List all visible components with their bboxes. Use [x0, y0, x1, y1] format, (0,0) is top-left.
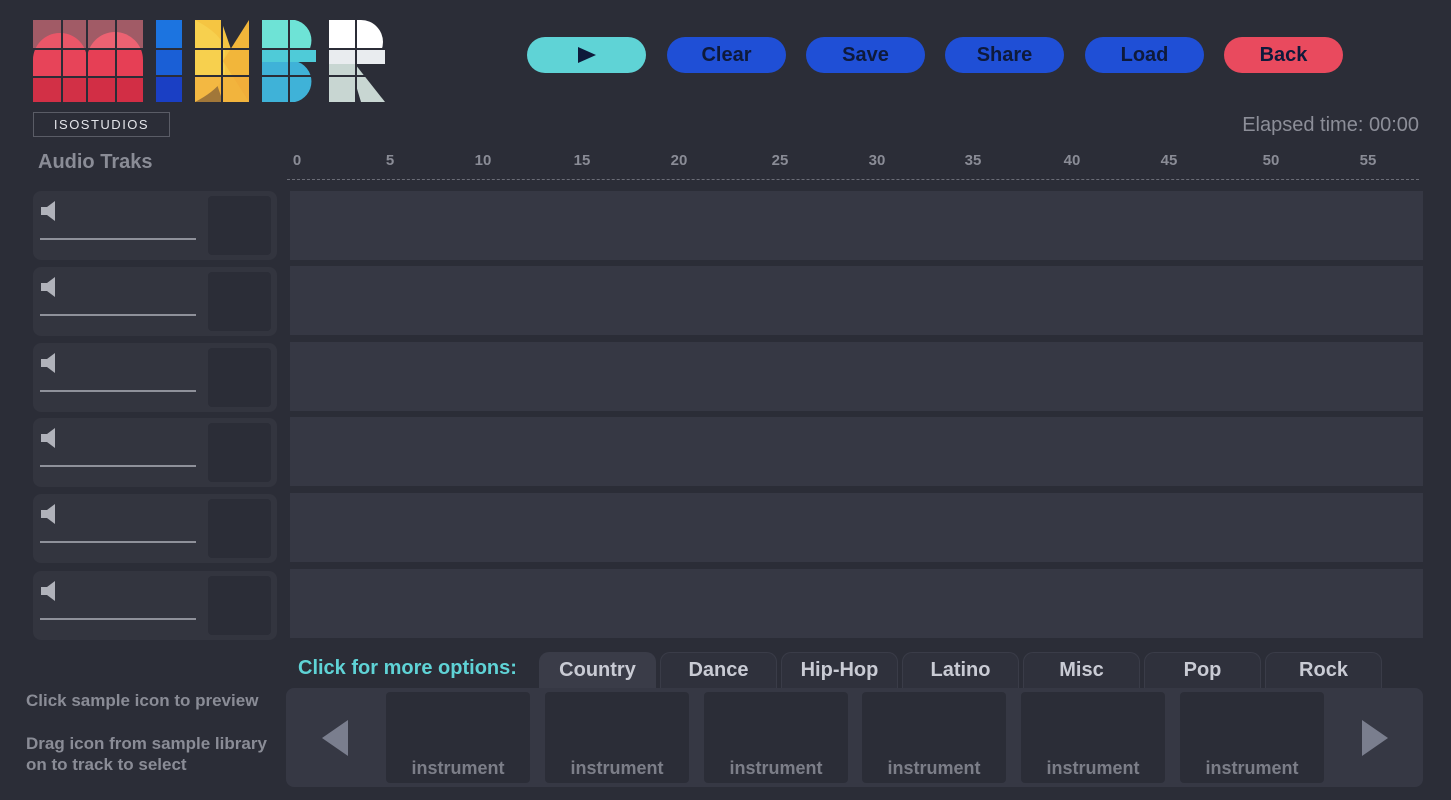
sample-label: instrument [887, 758, 981, 778]
arrow-right-icon[interactable] [1360, 718, 1390, 758]
tab-misc[interactable]: Misc [1023, 652, 1140, 688]
ruler-tick: 5 [385, 152, 395, 169]
volume-slider[interactable] [40, 238, 196, 240]
back-button[interactable]: Back [1224, 37, 1343, 73]
speaker-icon[interactable] [40, 502, 60, 526]
brand-subtitle: ISOSTUDIOS [33, 112, 170, 137]
ruler-tick: 35 [964, 152, 982, 169]
track-lane[interactable] [290, 569, 1423, 638]
track-lane[interactable] [290, 266, 1423, 335]
sample-card[interactable]: instrument [704, 692, 848, 783]
volume-slider[interactable] [40, 314, 196, 316]
track-sample-slot[interactable] [208, 348, 271, 407]
track-lane[interactable] [290, 417, 1423, 486]
volume-slider[interactable] [40, 390, 196, 392]
hint-preview: Click sample icon to preview [26, 691, 259, 710]
tab-hip-hop[interactable]: Hip-Hop [781, 652, 898, 688]
track-control [33, 571, 277, 640]
sample-card[interactable]: instrument [386, 692, 530, 783]
speaker-icon[interactable] [40, 199, 60, 223]
sample-label: instrument [1046, 758, 1140, 778]
tab-rock[interactable]: Rock [1265, 652, 1382, 688]
speaker-icon[interactable] [40, 351, 60, 375]
volume-slider[interactable] [40, 541, 196, 543]
ruler-tick: 30 [868, 152, 886, 169]
sample-label: instrument [729, 758, 823, 778]
sample-label: instrument [1205, 758, 1299, 778]
tab-dance[interactable]: Dance [660, 652, 777, 688]
tracks-title: Audio Traks [38, 151, 153, 173]
track-sample-slot[interactable] [208, 272, 271, 331]
share-button[interactable]: Share [945, 37, 1064, 73]
track-control [33, 418, 277, 487]
sample-label: instrument [570, 758, 664, 778]
ruler-tick: 55 [1359, 152, 1377, 169]
track-control [33, 267, 277, 336]
sample-label: instrument [411, 758, 505, 778]
tab-pop[interactable]: Pop [1144, 652, 1261, 688]
elapsed-time: Elapsed time: 00:00 [1242, 114, 1419, 136]
play-icon [577, 47, 596, 63]
load-button[interactable]: Load [1085, 37, 1204, 73]
save-button[interactable]: Save [806, 37, 925, 73]
tab-latino[interactable]: Latino [902, 652, 1019, 688]
track-sample-slot[interactable] [208, 576, 271, 635]
arrow-left-icon[interactable] [320, 718, 350, 758]
speaker-icon[interactable] [40, 426, 60, 450]
tab-country[interactable]: Country [539, 652, 656, 688]
track-lane[interactable] [290, 493, 1423, 562]
volume-slider[interactable] [40, 618, 196, 620]
ruler-tick: 10 [474, 152, 492, 169]
sample-card[interactable]: instrument [545, 692, 689, 783]
ruler-tick: 0 [292, 152, 302, 169]
volume-slider[interactable] [40, 465, 196, 467]
speaker-icon[interactable] [40, 579, 60, 603]
sample-card[interactable]: instrument [862, 692, 1006, 783]
timeline-ruler: 0 5 10 15 20 25 30 35 40 45 50 55 [287, 150, 1419, 180]
track-lane[interactable] [290, 191, 1423, 260]
ruler-tick: 20 [670, 152, 688, 169]
mixbr-logo [33, 20, 385, 102]
sample-card[interactable]: instrument [1021, 692, 1165, 783]
clear-button[interactable]: Clear [667, 37, 786, 73]
speaker-icon[interactable] [40, 275, 60, 299]
ruler-tick: 45 [1160, 152, 1178, 169]
track-control [33, 343, 277, 412]
ruler-tick: 50 [1262, 152, 1280, 169]
options-label: Click for more options: [298, 657, 517, 679]
ruler-tick: 15 [573, 152, 591, 169]
play-button[interactable] [527, 37, 646, 73]
track-sample-slot[interactable] [208, 196, 271, 255]
sample-card[interactable]: instrument [1180, 692, 1324, 783]
ruler-tick: 40 [1063, 152, 1081, 169]
track-lane[interactable] [290, 342, 1423, 411]
track-control [33, 191, 277, 260]
ruler-tick: 25 [771, 152, 789, 169]
track-sample-slot[interactable] [208, 499, 271, 558]
track-sample-slot[interactable] [208, 423, 271, 482]
track-control [33, 494, 277, 563]
hint-drag: Drag icon from sample library on to trac… [26, 734, 267, 774]
